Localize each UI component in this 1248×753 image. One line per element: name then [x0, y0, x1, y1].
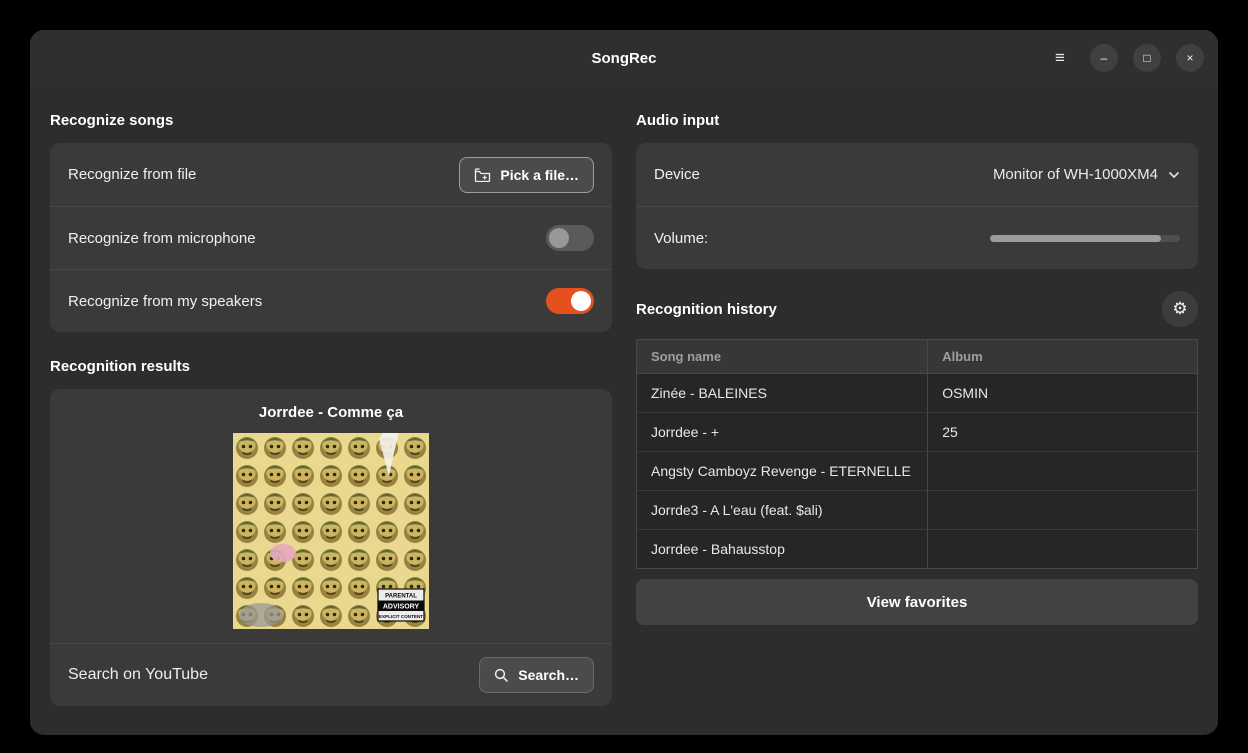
device-label: Device: [654, 166, 700, 183]
minimize-button[interactable]: –: [1090, 44, 1118, 72]
song-cell: Zinée - BALEINES: [637, 374, 928, 412]
menu-button[interactable]: ≡: [1045, 43, 1075, 73]
table-row[interactable]: Jorrde3 - A L'eau (feat. $ali): [637, 490, 1197, 529]
album-cell: [928, 452, 1197, 490]
search-on-youtube-row: Search on YouTube Search…: [50, 643, 612, 706]
column-header-song-name: Song name: [637, 340, 928, 373]
table-row[interactable]: Jorrdee - Bahausstop: [637, 529, 1197, 568]
close-button[interactable]: ×: [1176, 44, 1204, 72]
right-column: Audio input Device Monitor of WH-1000XM4…: [636, 100, 1198, 735]
album-art: PARENTAL ADVISORY EXPLICIT CONTENT: [233, 433, 429, 629]
history-table: Song name Album Zinée - BALEINES OSMIN J…: [636, 339, 1198, 569]
album-cell: OSMIN: [928, 374, 1197, 412]
recognition-results-heading: Recognition results: [50, 358, 612, 375]
recognition-results-card: Jorrdee - Comme ça: [50, 389, 612, 706]
window-controls: ≡ – □ ×: [1045, 30, 1204, 86]
microphone-toggle[interactable]: [546, 225, 594, 251]
recognize-from-speakers-label: Recognize from my speakers: [68, 293, 262, 310]
column-header-album: Album: [928, 340, 1197, 373]
album-cell: [928, 491, 1197, 529]
window-content: Recognize songs Recognize from file Pick…: [30, 86, 1218, 735]
table-row[interactable]: Angsty Camboyz Revenge - ETERNELLE: [637, 451, 1197, 490]
song-cell: Angsty Camboyz Revenge - ETERNELLE: [637, 452, 928, 490]
device-selected-value: Monitor of WH-1000XM4: [993, 166, 1158, 183]
svg-text:ADVISORY: ADVISORY: [383, 604, 420, 611]
song-cell: Jorrde3 - A L'eau (feat. $ali): [637, 491, 928, 529]
recognized-song-title: Jorrdee - Comme ça: [50, 389, 612, 433]
folder-plus-icon: [474, 168, 491, 182]
pick-a-file-button[interactable]: Pick a file…: [459, 157, 594, 193]
left-column: Recognize songs Recognize from file Pick…: [50, 100, 612, 735]
recognize-songs-heading: Recognize songs: [50, 112, 612, 129]
gear-icon: ⚙: [1172, 299, 1187, 319]
volume-level-fill: [990, 235, 1161, 242]
album-cell: [928, 530, 1197, 568]
song-cell: Jorrdee - +: [637, 413, 928, 451]
recognize-from-file-row: Recognize from file Pick a file…: [50, 143, 612, 206]
recognition-history-heading: Recognition history: [636, 301, 777, 318]
history-table-header: Song name Album: [637, 340, 1197, 374]
chevron-down-icon: [1168, 171, 1180, 179]
volume-row: Volume:: [636, 206, 1198, 269]
recognize-from-file-label: Recognize from file: [68, 166, 196, 183]
pick-a-file-label: Pick a file…: [500, 167, 579, 183]
maximize-icon: □: [1143, 52, 1150, 64]
recognize-from-microphone-row: Recognize from microphone: [50, 206, 612, 269]
pink-blob: [270, 544, 296, 562]
minimize-icon: –: [1101, 52, 1108, 64]
search-on-youtube-label: Search on YouTube: [68, 666, 208, 684]
svg-text:EXPLICIT CONTENT: EXPLICIT CONTENT: [379, 614, 423, 619]
recognize-from-speakers-row: Recognize from my speakers: [50, 269, 612, 332]
volume-label: Volume:: [654, 230, 708, 247]
recognize-from-microphone-label: Recognize from microphone: [68, 230, 256, 247]
gray-blob: [239, 603, 283, 627]
audio-input-card: Device Monitor of WH-1000XM4 Volume:: [636, 143, 1198, 269]
youtube-search-label: Search…: [518, 667, 579, 683]
toggle-knob: [571, 291, 591, 311]
window-title: SongRec: [591, 50, 656, 67]
table-row[interactable]: Zinée - BALEINES OSMIN: [637, 374, 1197, 412]
device-dropdown[interactable]: Device Monitor of WH-1000XM4: [636, 143, 1198, 206]
svg-text:PARENTAL: PARENTAL: [385, 594, 417, 600]
maximize-button[interactable]: □: [1133, 44, 1161, 72]
history-settings-button[interactable]: ⚙: [1162, 291, 1198, 327]
toggle-knob: [549, 228, 569, 248]
volume-level-bar: [990, 235, 1180, 242]
table-row[interactable]: Jorrdee - + 25: [637, 412, 1197, 451]
album-cell: 25: [928, 413, 1197, 451]
search-icon: [494, 668, 509, 683]
song-cell: Jorrdee - Bahausstop: [637, 530, 928, 568]
audio-input-heading: Audio input: [636, 112, 1198, 129]
parental-advisory-label: PARENTAL ADVISORY EXPLICIT CONTENT: [378, 589, 424, 621]
hamburger-menu-icon: ≡: [1055, 48, 1065, 68]
headerbar: SongRec ≡ – □ ×: [30, 30, 1218, 86]
recognize-card: Recognize from file Pick a file… Recogni…: [50, 143, 612, 332]
view-favorites-button[interactable]: View favorites: [636, 579, 1198, 625]
app-window: SongRec ≡ – □ × Recognize songs Recogniz…: [30, 30, 1218, 735]
youtube-search-button[interactable]: Search…: [479, 657, 594, 693]
speakers-toggle[interactable]: [546, 288, 594, 314]
close-icon: ×: [1186, 52, 1193, 64]
